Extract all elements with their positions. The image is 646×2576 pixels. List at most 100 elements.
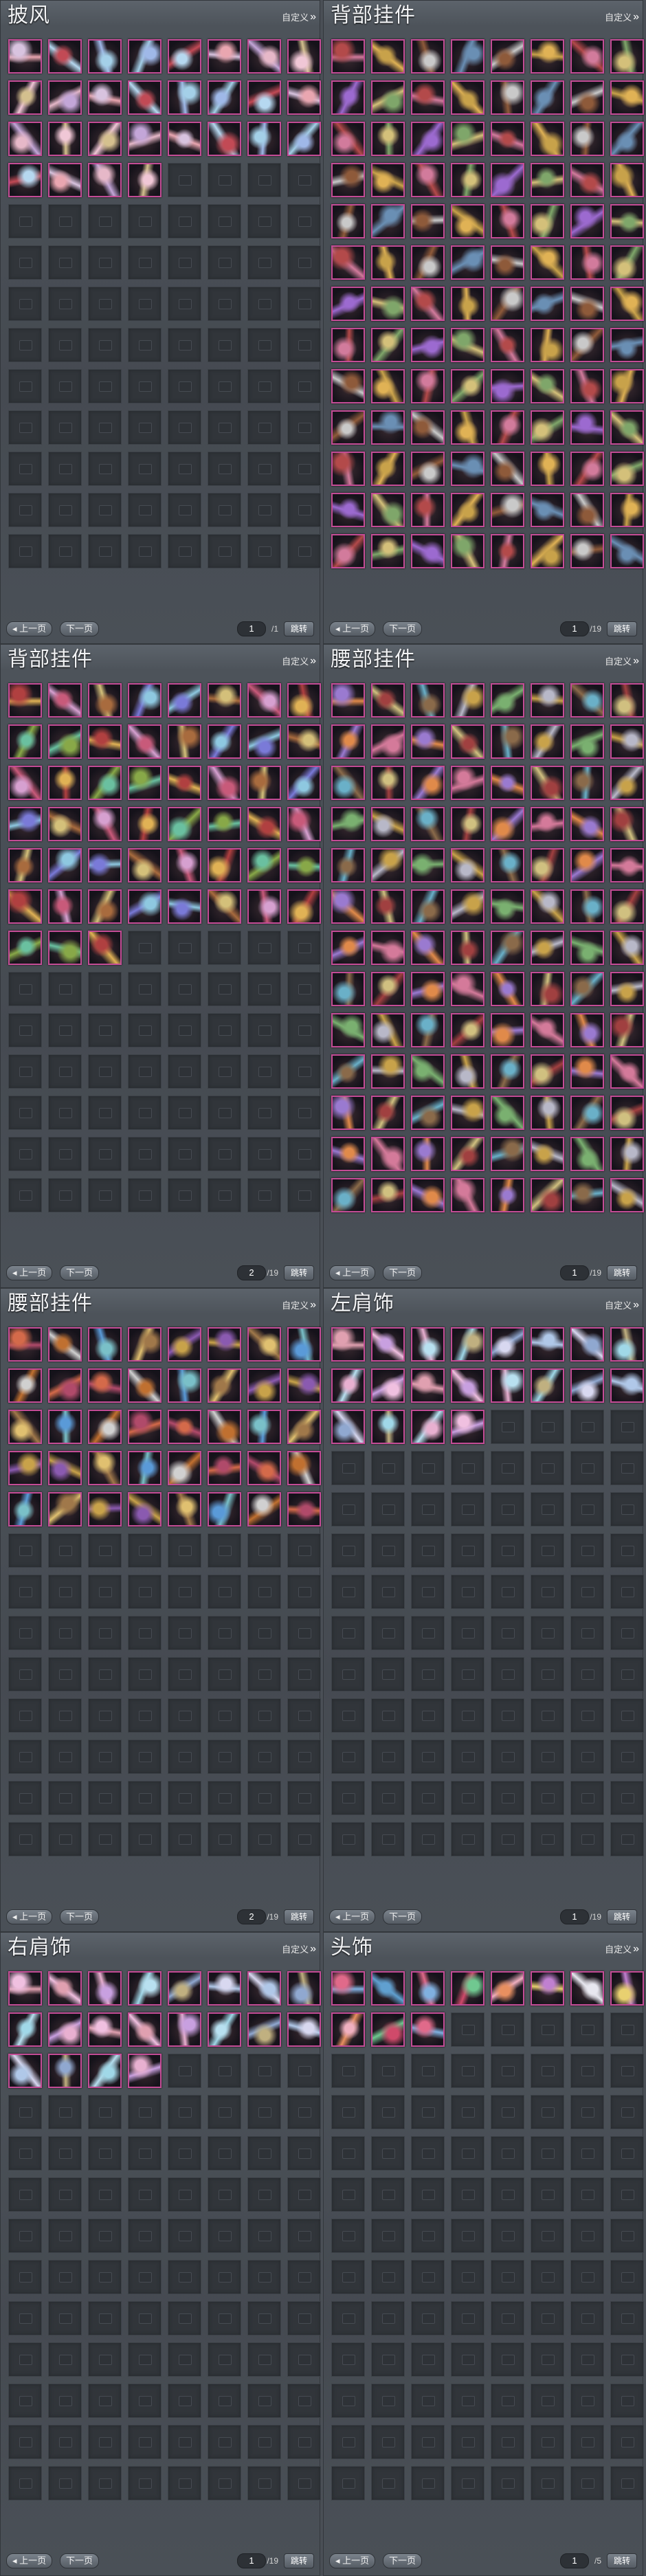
item-slot[interactable] <box>451 889 485 924</box>
empty-slot[interactable] <box>570 2260 604 2294</box>
item-slot[interactable] <box>208 1410 241 1444</box>
empty-slot[interactable] <box>411 2425 445 2459</box>
empty-slot[interactable] <box>531 1575 564 1609</box>
empty-slot[interactable] <box>208 1178 241 1212</box>
item-slot[interactable] <box>371 369 405 403</box>
item-slot[interactable] <box>168 1410 201 1444</box>
empty-slot[interactable] <box>491 1451 524 1485</box>
item-slot[interactable] <box>371 1178 405 1212</box>
empty-slot[interactable] <box>570 1492 604 1526</box>
empty-slot[interactable] <box>88 493 122 527</box>
item-slot[interactable] <box>8 2054 42 2088</box>
item-slot[interactable] <box>247 1327 281 1362</box>
empty-slot[interactable] <box>411 1740 445 1774</box>
item-slot[interactable] <box>531 245 564 280</box>
item-slot[interactable] <box>48 1971 82 2006</box>
customize-button[interactable]: 自定义» <box>282 654 316 667</box>
empty-slot[interactable] <box>208 2342 241 2377</box>
item-slot[interactable] <box>451 204 485 238</box>
empty-slot[interactable] <box>570 2301 604 2335</box>
customize-button[interactable]: 自定义» <box>605 1298 639 1311</box>
empty-slot[interactable] <box>451 2095 485 2129</box>
empty-slot[interactable] <box>48 245 82 280</box>
empty-slot[interactable] <box>247 972 281 1006</box>
item-slot[interactable] <box>8 1971 42 2006</box>
empty-slot[interactable] <box>48 534 82 568</box>
empty-slot[interactable] <box>570 2384 604 2418</box>
item-slot[interactable] <box>610 1137 644 1171</box>
empty-slot[interactable] <box>48 1575 82 1609</box>
item-slot[interactable] <box>331 1327 365 1362</box>
item-slot[interactable] <box>610 766 644 800</box>
item-slot[interactable] <box>411 1327 445 1362</box>
item-slot[interactable] <box>8 2012 42 2047</box>
empty-slot[interactable] <box>331 2342 365 2377</box>
item-slot[interactable] <box>531 1054 564 1089</box>
empty-slot[interactable] <box>128 2260 162 2294</box>
empty-slot[interactable] <box>610 1781 644 1815</box>
empty-slot[interactable] <box>88 972 122 1006</box>
empty-slot[interactable] <box>610 1740 644 1774</box>
item-slot[interactable] <box>531 328 564 362</box>
empty-slot[interactable] <box>208 2136 241 2170</box>
item-slot[interactable] <box>8 683 42 718</box>
prev-page-button[interactable]: ◂ 上一页 <box>6 1265 53 1280</box>
item-slot[interactable] <box>491 163 524 197</box>
empty-slot[interactable] <box>128 2342 162 2377</box>
empty-slot[interactable] <box>371 2054 405 2088</box>
empty-slot[interactable] <box>570 2342 604 2377</box>
empty-slot[interactable] <box>491 1616 524 1650</box>
empty-slot[interactable] <box>531 1781 564 1815</box>
empty-slot[interactable] <box>451 2342 485 2377</box>
item-slot[interactable] <box>331 39 365 74</box>
empty-slot[interactable] <box>208 1096 241 1130</box>
jump-button[interactable]: 跳转 <box>607 1265 637 1280</box>
empty-slot[interactable] <box>451 1740 485 1774</box>
item-slot[interactable] <box>48 163 82 197</box>
item-slot[interactable] <box>331 1054 365 1089</box>
item-slot[interactable] <box>570 1368 604 1403</box>
empty-slot[interactable] <box>168 1781 201 1815</box>
empty-slot[interactable] <box>570 2012 604 2047</box>
empty-slot[interactable] <box>491 2177 524 2212</box>
item-slot[interactable] <box>451 410 485 445</box>
empty-slot[interactable] <box>247 163 281 197</box>
empty-slot[interactable] <box>287 1096 321 1130</box>
item-slot[interactable] <box>451 1410 485 1444</box>
empty-slot[interactable] <box>48 1781 82 1815</box>
item-slot[interactable] <box>371 848 405 882</box>
empty-slot[interactable] <box>128 534 162 568</box>
empty-slot[interactable] <box>88 369 122 403</box>
empty-slot[interactable] <box>331 2054 365 2088</box>
item-slot[interactable] <box>491 452 524 486</box>
item-slot[interactable] <box>491 80 524 115</box>
item-slot[interactable] <box>287 889 321 924</box>
item-slot[interactable] <box>247 80 281 115</box>
item-slot[interactable] <box>128 163 162 197</box>
empty-slot[interactable] <box>331 1492 365 1526</box>
empty-slot[interactable] <box>88 245 122 280</box>
empty-slot[interactable] <box>287 163 321 197</box>
empty-slot[interactable] <box>531 1410 564 1444</box>
jump-button[interactable]: 跳转 <box>607 1909 637 1924</box>
item-slot[interactable] <box>48 931 82 965</box>
item-slot[interactable] <box>371 493 405 527</box>
item-slot[interactable] <box>570 80 604 115</box>
empty-slot[interactable] <box>208 2219 241 2253</box>
empty-slot[interactable] <box>168 1013 201 1047</box>
empty-slot[interactable] <box>88 2260 122 2294</box>
item-slot[interactable] <box>168 1492 201 1526</box>
item-slot[interactable] <box>331 931 365 965</box>
empty-slot[interactable] <box>491 1533 524 1568</box>
empty-slot[interactable] <box>8 1137 42 1171</box>
empty-slot[interactable] <box>491 2260 524 2294</box>
empty-slot[interactable] <box>371 2342 405 2377</box>
item-slot[interactable] <box>411 163 445 197</box>
item-slot[interactable] <box>287 766 321 800</box>
page-number-input[interactable]: 1 <box>560 1265 589 1280</box>
item-slot[interactable] <box>451 1013 485 1047</box>
empty-slot[interactable] <box>168 328 201 362</box>
empty-slot[interactable] <box>610 1616 644 1650</box>
empty-slot[interactable] <box>531 2095 564 2129</box>
item-slot[interactable] <box>331 1971 365 2006</box>
